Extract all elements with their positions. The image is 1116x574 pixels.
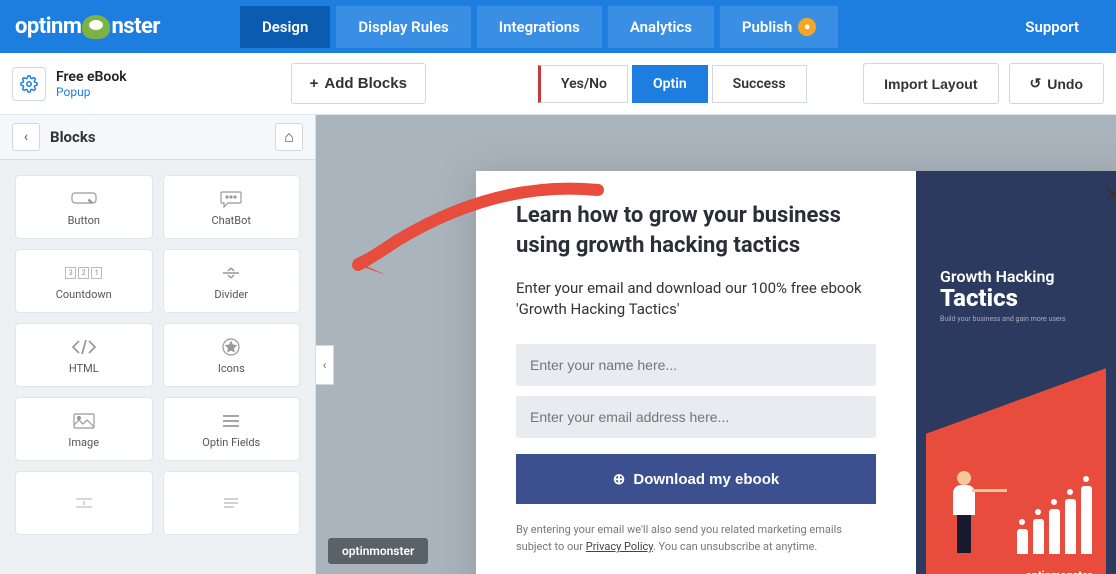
block-image[interactable]: Image (15, 397, 153, 461)
watermark: optinmonster (328, 538, 428, 564)
name-input[interactable] (516, 344, 876, 386)
canvas[interactable]: ‹ optinmonster Learn how to grow your bu… (316, 115, 1116, 574)
logo-monster-icon (82, 15, 110, 39)
nav-items: Design Display Rules Integrations Analyt… (240, 6, 838, 48)
block-icons[interactable]: Icons (163, 323, 301, 387)
ebook-brand: optinmonster (1026, 569, 1092, 574)
nav-design[interactable]: Design (240, 6, 330, 48)
publish-badge-icon: ● (798, 18, 816, 36)
email-input[interactable] (516, 396, 876, 438)
divider-icon (221, 262, 241, 284)
logo[interactable]: optinmnster (15, 14, 160, 39)
button-icon (71, 188, 97, 210)
download-icon: ⊕ (613, 470, 626, 488)
step-optin[interactable]: Optin (632, 65, 708, 103)
back-button[interactable]: ‹ (12, 123, 40, 151)
sidebar: ‹ Blocks ⌂ Button ChatBot 321 Countdown (0, 115, 316, 574)
nav-publish[interactable]: Publish ● (720, 6, 838, 48)
fields-icon (221, 410, 241, 432)
block-optin-fields[interactable]: Optin Fields (163, 397, 301, 461)
block-divider[interactable]: Divider (163, 249, 301, 313)
star-icon (222, 336, 240, 358)
nav-analytics[interactable]: Analytics (608, 6, 714, 48)
main-area: ‹ Blocks ⌂ Button ChatBot 321 Countdown (0, 115, 1116, 574)
privacy-link[interactable]: Privacy Policy (586, 540, 653, 553)
chevron-left-icon: ‹ (24, 129, 28, 145)
sidebar-title: Blocks (50, 128, 96, 146)
plus-icon: + (310, 75, 319, 92)
undo-icon: ↺ (1030, 75, 1042, 92)
step-pills: Yes/No Optin Success (538, 65, 807, 103)
sub-nav: Free eBook Popup + Add Blocks Yes/No Opt… (0, 53, 1116, 115)
block-extra2[interactable] (163, 471, 301, 535)
spacer-icon (74, 492, 94, 514)
step-yesno[interactable]: Yes/No (538, 65, 628, 103)
nav-integrations[interactable]: Integrations (477, 6, 602, 48)
add-blocks-button[interactable]: + Add Blocks (291, 63, 426, 104)
home-icon: ⌂ (284, 127, 294, 147)
chevron-left-icon: ‹ (323, 358, 327, 372)
popup-subtitle[interactable]: Enter your email and download our 100% f… (516, 278, 876, 320)
close-button[interactable]: ✕ (1104, 183, 1116, 208)
disclaimer-text: By entering your email we'll also send y… (516, 522, 876, 555)
block-extra1[interactable] (15, 471, 153, 535)
step-success[interactable]: Success (712, 65, 807, 103)
download-button[interactable]: ⊕ Download my ebook (516, 454, 876, 504)
block-button[interactable]: Button (15, 175, 153, 239)
import-layout-button[interactable]: Import Layout (863, 63, 998, 104)
code-icon (71, 336, 97, 358)
popup-title[interactable]: Learn how to grow your business using gr… (516, 201, 876, 260)
nav-display-rules[interactable]: Display Rules (336, 6, 470, 48)
top-nav: optinmnster Design Display Rules Integra… (0, 0, 1116, 53)
blocks-grid: Button ChatBot 321 Countdown Divider HTM… (0, 160, 315, 550)
popup-content: Learn how to grow your business using gr… (476, 171, 916, 574)
close-icon: ✕ (1104, 183, 1116, 208)
collapse-sidebar-button[interactable]: ‹ (316, 345, 334, 385)
campaign-info: Free eBook Popup (12, 67, 127, 101)
person-illustration-icon (944, 471, 984, 556)
gear-icon[interactable] (12, 67, 46, 101)
ebook-cover: Growth Hacking Tactics Build your busine… (926, 249, 1106, 574)
chat-icon (220, 188, 242, 210)
popup-preview[interactable]: Learn how to grow your business using gr… (476, 171, 1116, 574)
block-chatbot[interactable]: ChatBot (163, 175, 301, 239)
campaign-type[interactable]: Popup (56, 85, 127, 99)
lines-icon (222, 492, 240, 514)
ebook-title-line2: Tactics (940, 284, 1092, 312)
ebook-tagline: Build your business and gain more users (940, 315, 1092, 323)
undo-button[interactable]: ↺ Undo (1009, 63, 1105, 104)
image-icon (73, 410, 95, 432)
popup-image-panel: ✕ Growth Hacking Tactics Build your busi… (916, 171, 1116, 574)
bars-illustration-icon (1017, 486, 1092, 554)
campaign-name: Free eBook (56, 69, 127, 85)
block-html[interactable]: HTML (15, 323, 153, 387)
block-countdown[interactable]: 321 Countdown (15, 249, 153, 313)
countdown-icon: 321 (65, 262, 102, 284)
sidebar-header: ‹ Blocks ⌂ (0, 115, 315, 160)
nav-support[interactable]: Support (1003, 6, 1101, 48)
home-button[interactable]: ⌂ (275, 123, 303, 151)
